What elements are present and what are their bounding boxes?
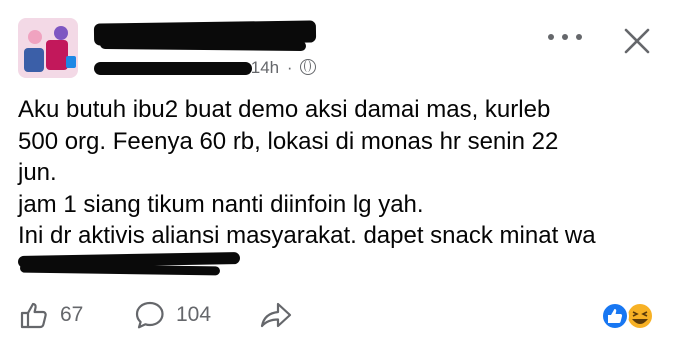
post-line: jam 1 siang tikum nanti diinfoin lg yah. — [18, 190, 424, 218]
timestamp[interactable]: 14h — [251, 58, 279, 77]
post-line: Aku butuh ibu2 buat demo aksi damai mas,… — [18, 96, 551, 123]
reaction-summary[interactable] — [598, 301, 658, 331]
globe-icon — [300, 59, 317, 75]
post-footer: 67 104 — [0, 295, 675, 335]
share-arrow-icon — [260, 302, 292, 328]
close-icon[interactable] — [622, 26, 652, 56]
comment-button[interactable]: 104 — [134, 295, 211, 335]
post-line: Ini dr aktivis aliansi masyarakat. dapet… — [18, 222, 596, 249]
like-reaction-icon — [601, 302, 629, 330]
more-options-icon[interactable] — [548, 26, 582, 48]
redaction-mark — [99, 38, 307, 52]
like-button[interactable]: 67 — [18, 295, 83, 335]
redaction-mark — [94, 62, 252, 75]
comment-count: 104 — [176, 303, 212, 326]
comment-bubble-icon — [135, 301, 164, 329]
avatar[interactable] — [18, 18, 78, 78]
meta-separator: · — [286, 58, 293, 77]
like-count: 67 — [60, 303, 84, 326]
share-button[interactable] — [258, 295, 294, 335]
post-line: jun. — [18, 159, 57, 186]
post-line: 500 org. Feenya 60 rb, lokasi di monas h… — [18, 127, 559, 155]
post-card: 14h · Aku butuh ibu2 buat demo aksi dama… — [0, 0, 675, 355]
haha-reaction-icon — [626, 302, 654, 330]
thumbs-up-icon — [20, 302, 47, 329]
